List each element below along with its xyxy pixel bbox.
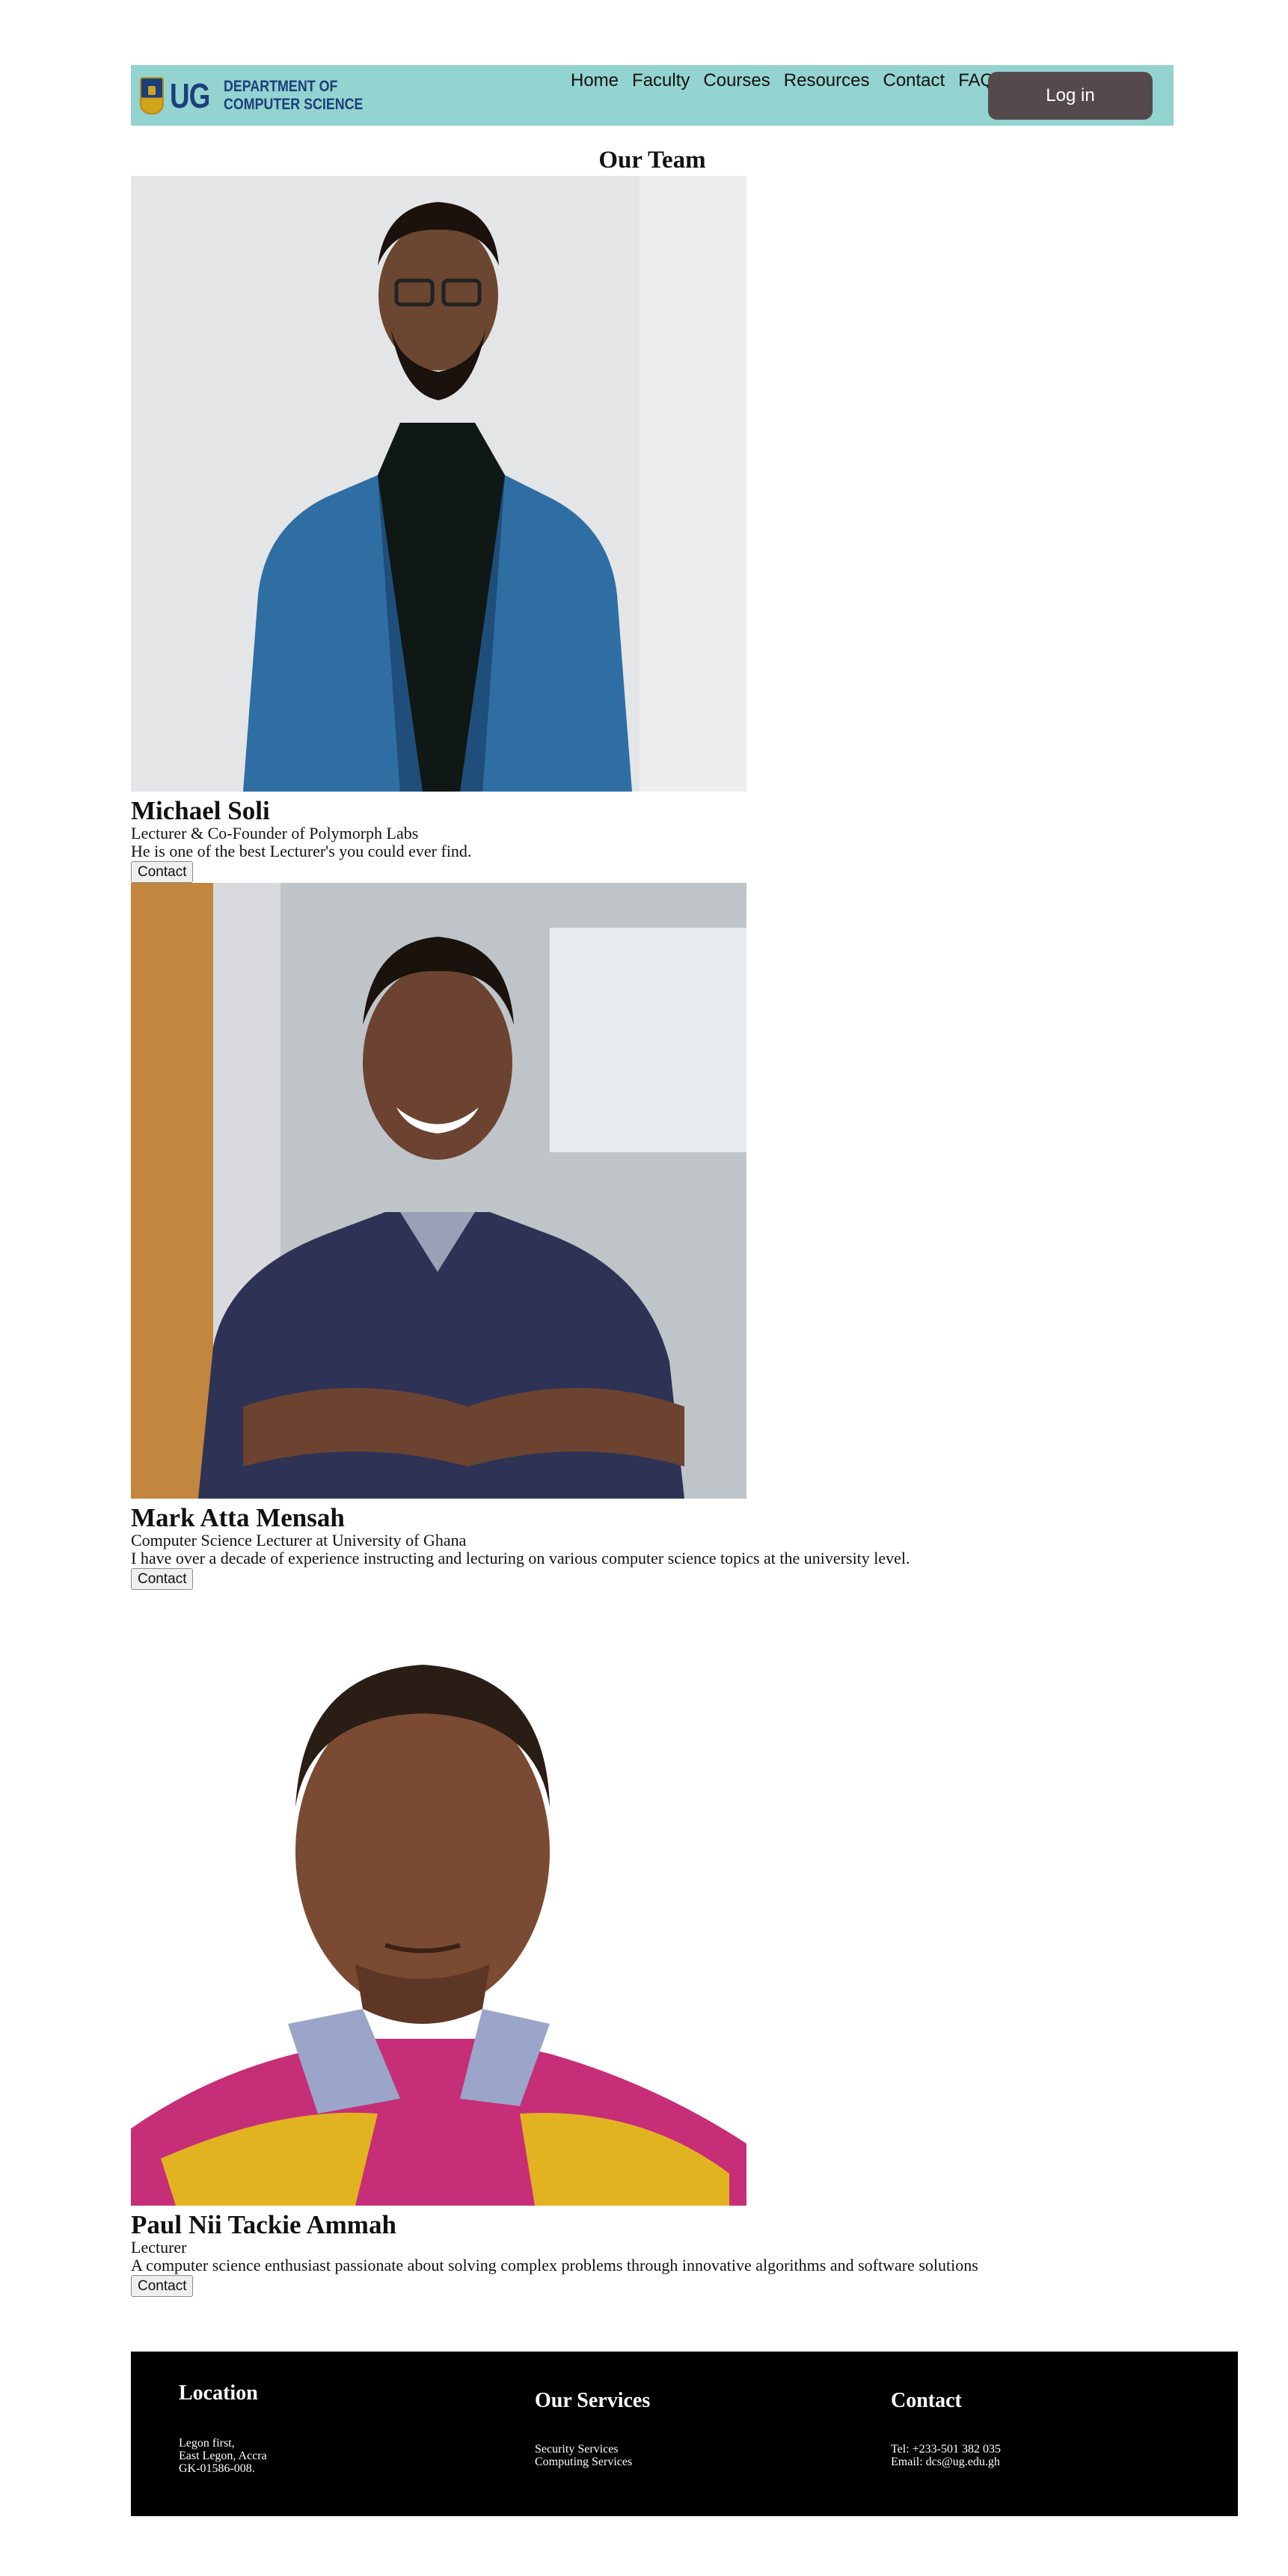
footer-contact: Contact Tel: +233-501 382 035 Email: dcs… xyxy=(891,2389,1001,2468)
member-bio: A computer science enthusiast passionate… xyxy=(131,2256,978,2274)
contact-button[interactable]: Contact xyxy=(131,1568,194,1590)
footer-email: Email: dcs@ug.edu.gh xyxy=(891,2456,1000,2468)
member-name: Paul Nii Tackie Ammah xyxy=(131,2210,396,2239)
nav-home[interactable]: Home xyxy=(571,70,619,92)
footer-service-item: Computing Services xyxy=(535,2456,633,2468)
ug-logo[interactable]: UG DEPARTMENT OF COMPUTER SCIENCE xyxy=(140,74,387,117)
nav-faculty[interactable]: Faculty xyxy=(632,70,690,92)
nav-courses[interactable]: Courses xyxy=(703,70,770,92)
member-role: Computer Science Lecturer at University … xyxy=(131,1531,467,1549)
nav-resources[interactable]: Resources xyxy=(784,70,870,92)
footer-location-line: East Legon, Accra xyxy=(179,2450,267,2462)
member-bio: I have over a decade of experience instr… xyxy=(131,1549,910,1567)
footer-location-title: Location xyxy=(179,2381,258,2405)
main-nav: Home Faculty Courses Resources Contact F… xyxy=(571,70,1008,92)
member-name: Mark Atta Mensah xyxy=(131,1503,345,1532)
member-photo-paul-nii-tackie-ammah xyxy=(131,1590,746,2206)
site-header: UG DEPARTMENT OF COMPUTER SCIENCE Home F… xyxy=(131,65,1174,126)
member-name: Michael Soli xyxy=(131,796,270,825)
contact-button[interactable]: Contact xyxy=(131,861,194,883)
page-title: Our Team xyxy=(598,147,706,174)
footer-location-line: GK-01586-008. xyxy=(179,2462,255,2475)
footer-services-title: Our Services xyxy=(535,2389,651,2412)
footer-services: Our Services Security Services Computing… xyxy=(535,2389,650,2468)
team-member-card: Paul Nii Tackie Ammah Lecturer A compute… xyxy=(131,1590,1174,2297)
login-button[interactable]: Log in xyxy=(988,72,1153,120)
footer-location: Location Legon first, East Legon, Accra … xyxy=(179,2381,267,2475)
contact-button[interactable]: Contact xyxy=(131,2275,194,2297)
member-role: Lecturer xyxy=(131,2238,187,2257)
member-photo-michael-soli xyxy=(131,176,746,792)
logo-department-name: DEPARTMENT OF COMPUTER SCIENCE xyxy=(224,78,363,114)
footer-location-line: Legon first, xyxy=(179,2437,235,2450)
team-member-card: Michael Soli Lecturer & Co-Founder of Po… xyxy=(131,176,1174,883)
footer-contact-title: Contact xyxy=(891,2389,962,2412)
member-photo-mark-atta-mensah xyxy=(131,883,746,1499)
ug-crest-icon xyxy=(140,77,164,114)
member-bio: He is one of the best Lecturer's you cou… xyxy=(131,842,472,860)
logo-ug-text: UG xyxy=(170,76,210,115)
footer-phone: Tel: +233-501 382 035 xyxy=(891,2443,1001,2456)
team-member-card: Mark Atta Mensah Computer Science Lectur… xyxy=(131,883,1174,1590)
logo-dept-line1: DEPARTMENT OF xyxy=(224,78,338,95)
member-role: Lecturer & Co-Founder of Polymorph Labs xyxy=(131,824,419,842)
logo-dept-line2: COMPUTER SCIENCE xyxy=(224,96,364,113)
nav-contact[interactable]: Contact xyxy=(883,70,945,92)
footer-service-item: Security Services xyxy=(535,2443,619,2456)
site-footer: Location Legon first, East Legon, Accra … xyxy=(131,2352,1238,2516)
